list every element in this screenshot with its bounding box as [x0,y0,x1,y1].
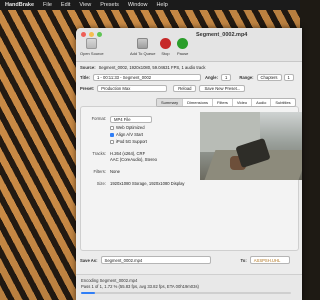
status-bar: Encoding Segment_0002.mp4 Pass 1 of 1, 1… [76,274,302,300]
open-source-button[interactable]: Open Source [80,38,104,56]
save-as-input[interactable]: Segment_0002.mp4 [100,256,211,264]
angle-label: Angle: [204,75,218,80]
ipod-5g-support-checkbox[interactable]: iPod 5G Support [110,139,147,144]
stop-icon [160,38,171,49]
menu-help[interactable]: Help [156,2,167,8]
ipod-support-row: iPod 5G Support [80,139,147,144]
title-label: Title: [80,75,90,80]
tab-video[interactable]: Video [233,99,253,106]
align-av-row: Align A/V Start [80,132,143,137]
preset-select[interactable]: Production Max [97,85,168,92]
save-as-row: Save As: Segment_0002.mp4 To: ASSPSH.UHL [80,256,290,264]
tab-audio[interactable]: Audio [252,99,272,106]
window-title: Segment_0002.mp4 [196,32,248,38]
window-titlebar: Segment_0002.mp4 Open Source Add To Queu… [76,28,302,62]
range-label: Range: [239,75,254,80]
title-row: Title: 1 - 00:11:33 - Segment_0002 Angle… [80,74,294,81]
range-select[interactable]: Chapters [256,74,282,81]
format-label: Format: [91,116,106,121]
tracks-audio: AAC (CoreAudio), Stereo [110,157,158,162]
stop-label: Stop [161,51,170,56]
tab-subtitles[interactable]: Subtitles [271,99,294,106]
status-line-2: Pass 1 of 1, 1.72 % (55.83 fps, avg 33.8… [81,284,199,289]
filters-row: Filters: None [80,169,120,174]
menu-edit[interactable]: Edit [61,2,70,8]
to-label: To: [240,257,247,263]
tab-dimensions[interactable]: Dimensions [183,99,214,106]
handbrake-window: Segment_0002.mp4 Open Source Add To Queu… [76,28,302,300]
source-value: Segment_0002, 1920x1080, 59.04631 FPS, 1… [98,65,206,70]
size-value: 1920x1080 Storage, 1920x1080 Display [110,181,185,186]
destination-select[interactable]: ASSPSH.UHL [249,256,290,264]
tab-filters[interactable]: Filters [213,99,233,106]
film-icon [86,38,98,49]
video-preview[interactable] [200,112,302,180]
settings-tabs: Summary Dimensions Filters Video Audio S… [156,98,296,107]
size-row: Size: 1920x1080 Storage, 1920x1080 Displ… [80,181,185,186]
menu-file[interactable]: File [43,2,52,8]
format-row: Format: MP4 File [80,116,152,123]
filters-label: Filters: [93,169,106,174]
queue-icon [137,38,149,49]
angle-select[interactable]: 1 [220,74,232,81]
menu-window[interactable]: Window [128,2,148,8]
menu-presets[interactable]: Presets [100,2,119,8]
close-window-button[interactable] [81,32,86,37]
filters-value: None [110,169,121,174]
stop-button[interactable]: Stop [160,38,171,56]
zoom-window-button[interactable] [97,32,102,37]
encode-progress-bar [81,292,291,294]
source-row: Source: Segment_0002, 1920x1080, 59.0463… [80,65,205,70]
add-to-queue-button[interactable]: Add To Queue [130,38,156,56]
window-controls [81,32,102,37]
tracks-row: Tracks: H.264 (x264), CRF AAC (CoreAudio… [80,151,157,162]
preset-label: Preset: [80,86,95,91]
align-av-start-checkbox[interactable]: Align A/V Start [110,132,143,137]
range-start-select[interactable]: 1 [283,74,294,81]
pause-label: Pause [177,51,189,56]
tracks-label: Tracks: [92,151,106,156]
menu-view[interactable]: View [79,2,91,8]
reload-button[interactable]: Reload [173,85,197,92]
web-optimized-checkbox[interactable]: Web Optimized [110,125,145,130]
open-source-label: Open Source [80,51,104,56]
tab-summary[interactable]: Summary [157,99,184,106]
source-label: Source: [80,65,96,70]
tracks-video: H.264 (x264), CRF [110,151,146,156]
pause-button[interactable]: Pause [177,38,188,56]
preset-row: Preset: Production Max Reload Save New P… [80,85,246,92]
save-new-preset-button[interactable]: Save New Preset... [199,85,246,92]
minimize-window-button[interactable] [89,32,94,37]
format-select[interactable]: MP4 File [110,116,152,123]
title-select[interactable]: 1 - 00:11:33 - Segment_0002 [92,74,201,81]
save-as-label: Save As: [80,257,98,263]
pause-icon [177,38,189,49]
size-label: Size: [96,181,106,186]
add-to-queue-label: Add To Queue [130,51,156,56]
web-optimized-row: Web Optimized [80,125,145,130]
status-line-1: Encoding Segment_0002.mp4 [81,278,138,283]
menu-app-name[interactable]: HandBrake [5,2,34,8]
menu-bar: HandBrake File Edit View Presets Window … [0,0,300,10]
encode-progress-fill [81,292,96,294]
